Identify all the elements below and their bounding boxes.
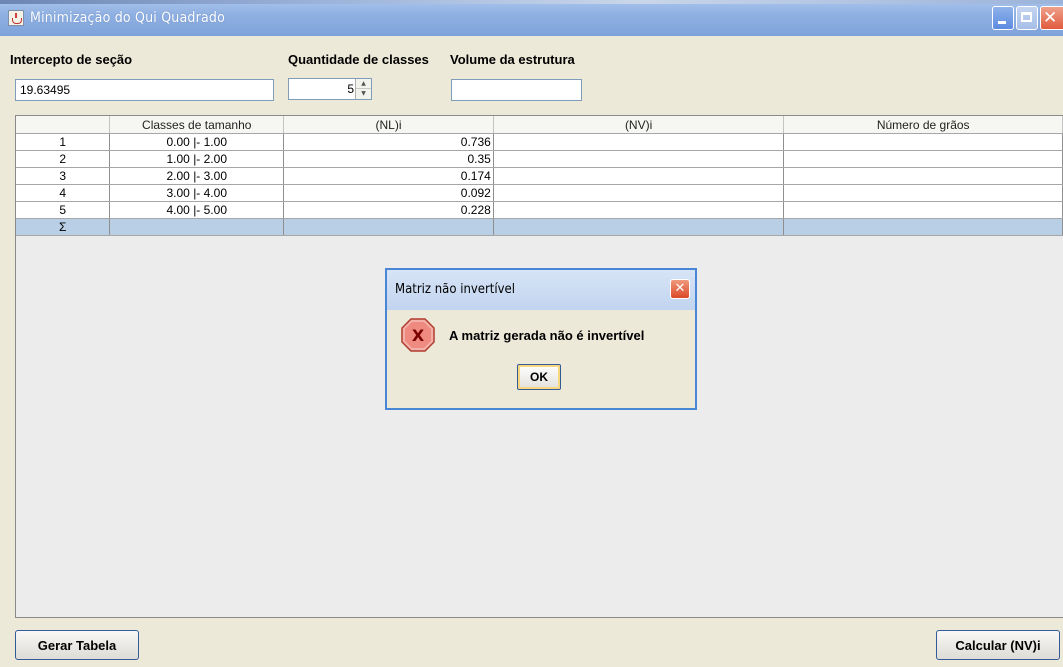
graos-cell[interactable] [783,133,1063,151]
class-range-cell[interactable]: 3.00 |- 4.00 [109,184,285,202]
table-grid: Classes de tamanho (NL)i (NV)i Número de… [16,116,1063,236]
svg-text:X: X [412,326,425,345]
nl-cell[interactable]: 0.228 [283,201,494,219]
minimize-icon [998,21,1006,24]
row-index-cell: 1 [16,133,111,151]
sum-nl-cell[interactable] [283,218,494,236]
column-header-nl[interactable]: (NL)i [283,116,494,134]
table-row[interactable]: 3 2.00 |- 3.00 0.174 [16,167,1063,185]
class-range-cell[interactable]: 0.00 |- 1.00 [109,133,285,151]
maximize-button[interactable] [1016,6,1038,30]
intercepto-label: Intercepto de seção [10,52,133,67]
error-icon: X [401,318,435,352]
dialog-close-button[interactable]: ✕ [670,279,690,299]
dialog-title-bar[interactable]: Matriz não invertível ✕ [387,270,695,310]
row-index-cell: 2 [16,150,111,168]
nv-cell[interactable] [493,167,785,185]
sum-row[interactable]: Σ [16,218,1063,236]
quantidade-spinner[interactable]: 5 ▲ ▼ [288,78,372,100]
column-header-classes[interactable]: Classes de tamanho [109,116,285,134]
sum-graos-cell[interactable] [783,218,1063,236]
nv-cell[interactable] [493,133,785,151]
row-index-cell: 4 [16,184,111,202]
row-index-cell: 3 [16,167,111,185]
nl-cell[interactable]: 0.092 [283,184,494,202]
row-index-cell: 5 [16,201,111,219]
class-range-cell[interactable]: 2.00 |- 3.00 [109,167,285,185]
column-header-index[interactable] [16,116,111,134]
table-header-row: Classes de tamanho (NL)i (NV)i Número de… [16,116,1063,134]
maximize-icon [1021,12,1032,22]
close-button[interactable]: ✕ [1040,6,1063,30]
error-dialog: Matriz não invertível ✕ X A matriz gerad… [385,268,697,410]
ok-button[interactable]: OK [517,364,561,390]
table-row[interactable]: 1 0.00 |- 1.00 0.736 [16,133,1063,151]
sum-nv-cell[interactable] [493,218,785,236]
nl-cell[interactable]: 0.736 [283,133,494,151]
calcular-nv-button[interactable]: Calcular (NV)i [936,630,1060,660]
dialog-message: A matriz gerada não é invertível [449,328,645,343]
table-row[interactable]: 5 4.00 |- 5.00 0.228 [16,201,1063,219]
class-range-cell[interactable]: 4.00 |- 5.00 [109,201,285,219]
title-bar-topline [0,0,1063,4]
spinner-buttons: ▲ ▼ [355,79,371,99]
java-icon [8,10,24,26]
close-icon: ✕ [1043,8,1058,28]
dialog-title: Matriz não invertível [395,282,515,297]
spinner-up-icon[interactable]: ▲ [356,79,371,89]
spinner-down-icon[interactable]: ▼ [356,89,371,99]
nv-cell[interactable] [493,150,785,168]
minimize-button[interactable] [992,6,1014,30]
table-row[interactable]: 4 3.00 |- 4.00 0.092 [16,184,1063,202]
nv-cell[interactable] [493,201,785,219]
intercepto-input[interactable]: 19.63495 [15,79,274,101]
graos-cell[interactable] [783,201,1063,219]
volume-input[interactable] [451,79,582,101]
graos-cell[interactable] [783,167,1063,185]
window-title: Minimização do Qui Quadrado [30,10,226,26]
sum-symbol-cell: Σ [16,218,111,236]
nv-cell[interactable] [493,184,785,202]
column-header-graos[interactable]: Número de grãos [783,116,1063,134]
quantidade-value: 5 [347,82,354,96]
column-header-nv[interactable]: (NV)i [493,116,785,134]
gerar-tabela-button[interactable]: Gerar Tabela [15,630,139,660]
nl-cell[interactable]: 0.35 [283,150,494,168]
nl-cell[interactable]: 0.174 [283,167,494,185]
quantidade-label: Quantidade de classes [288,52,429,67]
sum-class-cell[interactable] [109,218,285,236]
class-range-cell[interactable]: 1.00 |- 2.00 [109,150,285,168]
graos-cell[interactable] [783,150,1063,168]
graos-cell[interactable] [783,184,1063,202]
title-bar: Minimização do Qui Quadrado ✕ [0,0,1063,36]
close-icon: ✕ [674,281,686,296]
volume-label: Volume da estrutura [450,52,575,67]
table-row[interactable]: 2 1.00 |- 2.00 0.35 [16,150,1063,168]
